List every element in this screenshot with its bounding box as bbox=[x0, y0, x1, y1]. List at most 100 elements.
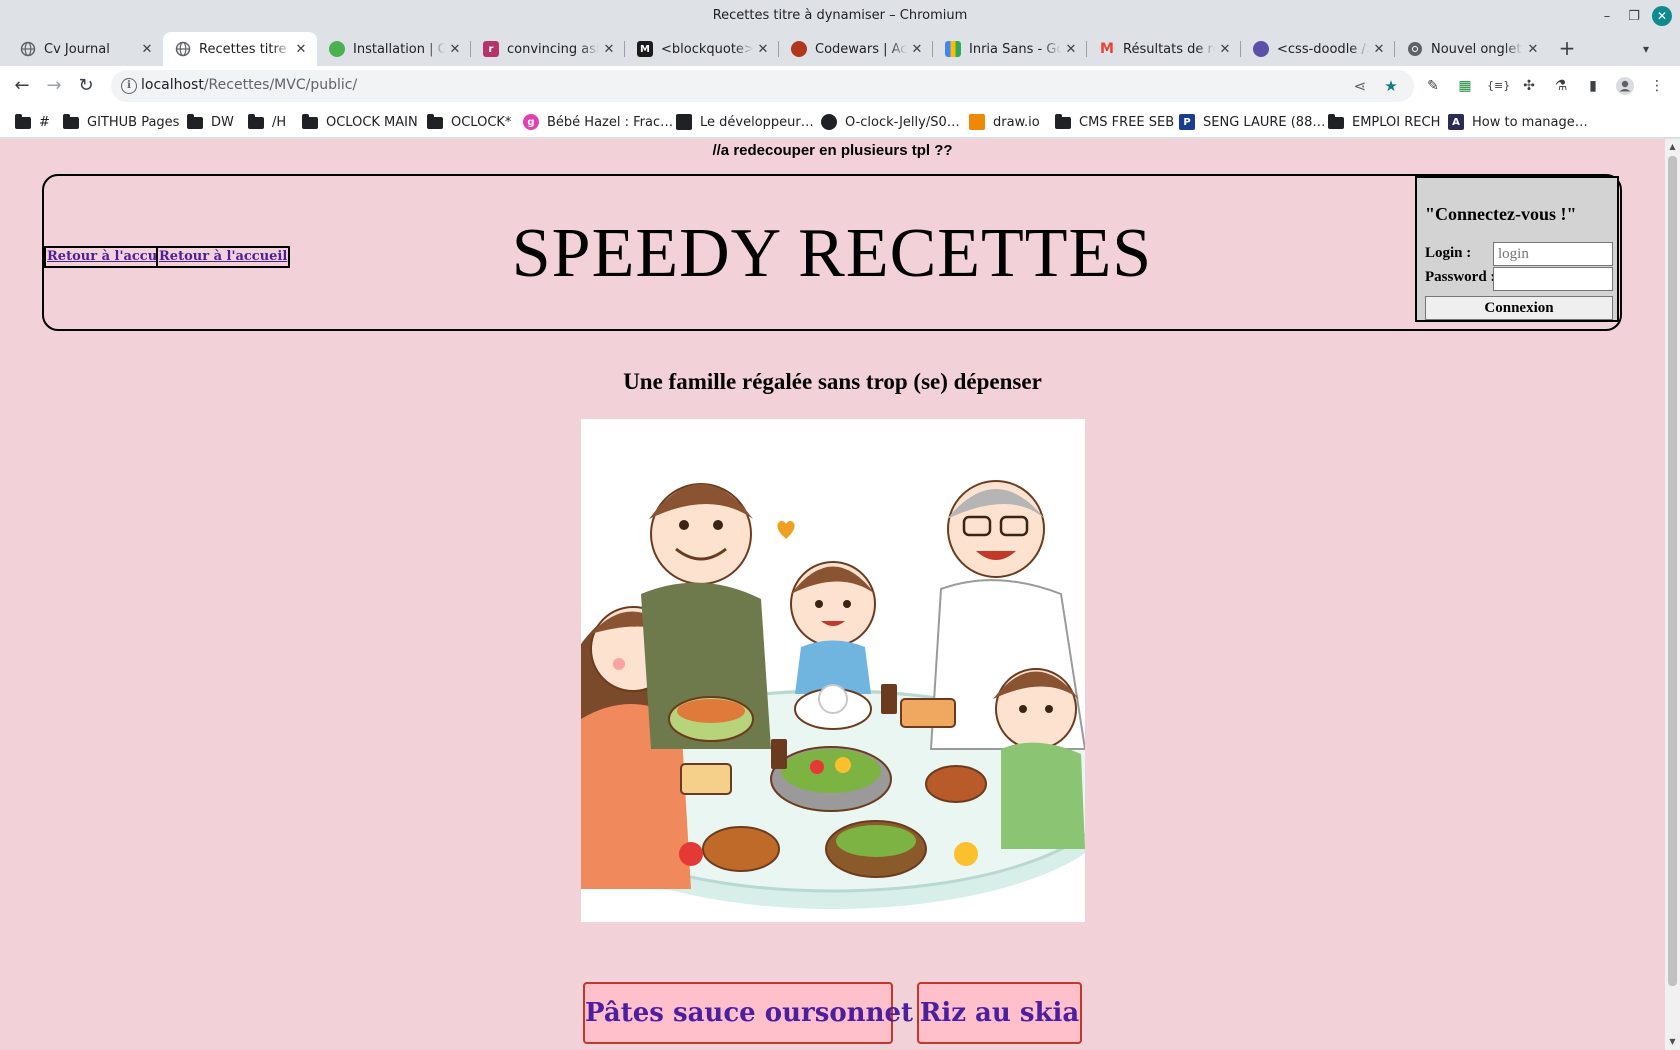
bookmark-folder[interactable]: OCLOCK* bbox=[427, 112, 511, 132]
bookmark-item[interactable]: P SENG LAURE (88… bbox=[1179, 112, 1325, 132]
bookmarks-bar: # GITHUB Pages DW /H OCLOCK MAIN OCLOCK*… bbox=[0, 106, 1680, 138]
bookmark-item[interactable]: Le développeur… bbox=[676, 112, 814, 132]
eyedropper-extension-icon[interactable]: ✎ bbox=[1423, 76, 1443, 96]
back-icon[interactable]: ← bbox=[8, 72, 36, 100]
bookmark-label: How to manage… bbox=[1472, 114, 1588, 130]
tab-search-chevron-icon[interactable]: ▾ bbox=[1634, 37, 1658, 61]
tab-inria-sans[interactable]: Inria Sans - Google ✕ bbox=[933, 32, 1087, 66]
browser-toolbar: ← → ↻ i localhost/Recettes/MVC/public/ ⋖… bbox=[0, 66, 1680, 106]
page-scrollbar[interactable]: ▲ ▼ bbox=[1665, 139, 1680, 1050]
tab-convincing[interactable]: r convincing asian ✕ bbox=[471, 32, 625, 66]
tab-css-doodle[interactable]: <css-doodle /> ✕ bbox=[1241, 32, 1395, 66]
bookmark-label: draw.io bbox=[993, 114, 1040, 130]
folder-icon bbox=[187, 114, 203, 130]
tab-label: Nouvel onglet bbox=[1431, 41, 1522, 57]
login-input[interactable] bbox=[1493, 242, 1613, 266]
url-text[interactable]: localhost/Recettes/MVC/public/ bbox=[141, 77, 357, 93]
bookmark-label: OCLOCK* bbox=[451, 114, 512, 130]
address-bar[interactable]: i localhost/Recettes/MVC/public/ ⋖ ★ bbox=[111, 70, 1414, 102]
tab-cv-journal[interactable]: Cv Journal ✕ bbox=[0, 32, 163, 66]
bookmark-star-icon[interactable]: ★ bbox=[1381, 76, 1401, 96]
tab-close-icon[interactable]: ✕ bbox=[599, 42, 619, 57]
folder-icon bbox=[1328, 114, 1344, 130]
bookmark-label: Bébé Hazel : Frac… bbox=[547, 114, 674, 130]
tab-recettes[interactable]: Recettes titre à dynamiser ✕ bbox=[163, 32, 317, 66]
close-window-icon[interactable]: ✕ bbox=[1652, 6, 1672, 26]
folder-icon bbox=[15, 114, 31, 130]
tab-gmail[interactable]: M Résultats de recherche ✕ bbox=[1087, 32, 1241, 66]
scroll-up-icon[interactable]: ▲ bbox=[1668, 142, 1677, 151]
github-icon bbox=[821, 114, 837, 130]
tab-close-icon[interactable]: ✕ bbox=[291, 42, 311, 57]
forward-icon[interactable]: → bbox=[40, 72, 68, 100]
scrollbar-thumb[interactable] bbox=[1668, 156, 1677, 986]
bookmark-label: /H bbox=[272, 114, 287, 130]
tab-close-icon[interactable]: ✕ bbox=[137, 42, 157, 57]
bookmark-label: GITHUB Pages bbox=[87, 114, 180, 130]
brand-icon: r bbox=[483, 41, 499, 57]
tab-separator bbox=[1086, 41, 1087, 57]
tab-blockquote[interactable]: M <blockquote> ✕ bbox=[625, 32, 779, 66]
password-input[interactable] bbox=[1493, 267, 1613, 291]
tab-close-icon[interactable]: ✕ bbox=[1369, 42, 1389, 57]
recipe-button[interactable]: Pâtes sauce oursonnet bbox=[583, 982, 913, 1044]
bookmark-label: DW bbox=[211, 114, 234, 130]
bookmark-item[interactable]: g Bébé Hazel : Frac… bbox=[523, 112, 673, 132]
tab-installation[interactable]: Installation | Gatsby ✕ bbox=[317, 32, 471, 66]
site-title: SPEEDY RECETTES bbox=[511, 215, 1153, 292]
url-path: /Recettes/MVC/public/ bbox=[203, 77, 358, 93]
site-info-icon[interactable]: i bbox=[121, 78, 137, 94]
bookmark-item[interactable]: draw.io bbox=[969, 112, 1040, 132]
ruler-extension-icon[interactable]: ▦ bbox=[1455, 76, 1475, 96]
password-label: Password : bbox=[1425, 269, 1496, 285]
reload-icon[interactable]: ↻ bbox=[72, 72, 100, 100]
monitor-icon bbox=[676, 114, 692, 130]
bookmark-folder[interactable]: # bbox=[15, 112, 50, 132]
drawio-icon bbox=[969, 114, 985, 130]
tab-codewars[interactable]: Codewars | Achieve ✕ bbox=[779, 32, 933, 66]
bookmark-folder[interactable]: EMPLOI RECH bbox=[1328, 112, 1440, 132]
login-label: Login : bbox=[1425, 245, 1472, 261]
flask-icon[interactable]: ⚗ bbox=[1551, 76, 1571, 96]
css-doodle-icon bbox=[1253, 41, 1269, 57]
window-titlebar: Recettes titre à dynamiser – Chromium – … bbox=[0, 0, 1680, 32]
connexion-button[interactable]: Connexion bbox=[1425, 296, 1613, 320]
bookmark-item[interactable]: A How to manage… bbox=[1448, 112, 1588, 132]
tab-close-icon[interactable]: ✕ bbox=[907, 42, 927, 57]
scroll-down-icon[interactable]: ▼ bbox=[1668, 1037, 1677, 1046]
bookmark-label: OCLOCK MAIN bbox=[326, 114, 418, 130]
menu-kebab-icon[interactable]: ⋮ bbox=[1647, 76, 1667, 96]
tab-close-icon[interactable]: ✕ bbox=[753, 42, 773, 57]
recipe-button[interactable]: Riz au skia bbox=[917, 982, 1082, 1044]
tab-close-icon[interactable]: ✕ bbox=[445, 42, 465, 57]
tab-close-icon[interactable]: ✕ bbox=[1061, 42, 1081, 57]
profile-avatar-icon[interactable] bbox=[1615, 76, 1635, 96]
folder-icon bbox=[63, 114, 79, 130]
tab-separator bbox=[470, 41, 471, 57]
bookmark-folder[interactable]: CMS FREE SEB bbox=[1055, 112, 1174, 132]
bookmark-label: O-clock-Jelly/S0… bbox=[845, 114, 960, 130]
bookmark-folder[interactable]: OCLOCK MAIN bbox=[302, 112, 418, 132]
chrome-icon bbox=[1407, 41, 1423, 57]
tab-close-icon[interactable]: ✕ bbox=[1523, 42, 1543, 57]
maximize-icon[interactable]: ❐ bbox=[1622, 4, 1646, 28]
share-icon[interactable]: ⋖ bbox=[1350, 76, 1370, 96]
json-extension-icon[interactable]: {≡} bbox=[1487, 76, 1510, 96]
tab-label: Recettes titre à dynamiser bbox=[199, 41, 291, 57]
bookmark-folder[interactable]: DW bbox=[187, 112, 234, 132]
new-tab-icon[interactable]: + bbox=[1555, 37, 1579, 61]
folder-icon bbox=[427, 114, 443, 130]
bookmark-label: SENG LAURE (88… bbox=[1203, 114, 1326, 130]
tab-label: Codewars | Achieve bbox=[815, 41, 907, 57]
bookmark-folder[interactable]: GITHUB Pages bbox=[63, 112, 179, 132]
tab-separator bbox=[932, 41, 933, 57]
tab-nouvel-onglet[interactable]: Nouvel onglet ✕ bbox=[1395, 32, 1549, 66]
globe-icon bbox=[20, 41, 36, 57]
minimize-icon[interactable]: – bbox=[1595, 4, 1619, 28]
bookmark-folder[interactable]: /H bbox=[248, 112, 286, 132]
bookmark-label: CMS FREE SEB bbox=[1079, 114, 1175, 130]
extensions-puzzle-icon[interactable]: ✣ bbox=[1519, 76, 1539, 96]
bookmark-item[interactable]: O-clock-Jelly/S0… bbox=[821, 112, 960, 132]
side-panel-icon[interactable]: ▮ bbox=[1583, 76, 1603, 96]
tab-close-icon[interactable]: ✕ bbox=[1215, 42, 1235, 57]
